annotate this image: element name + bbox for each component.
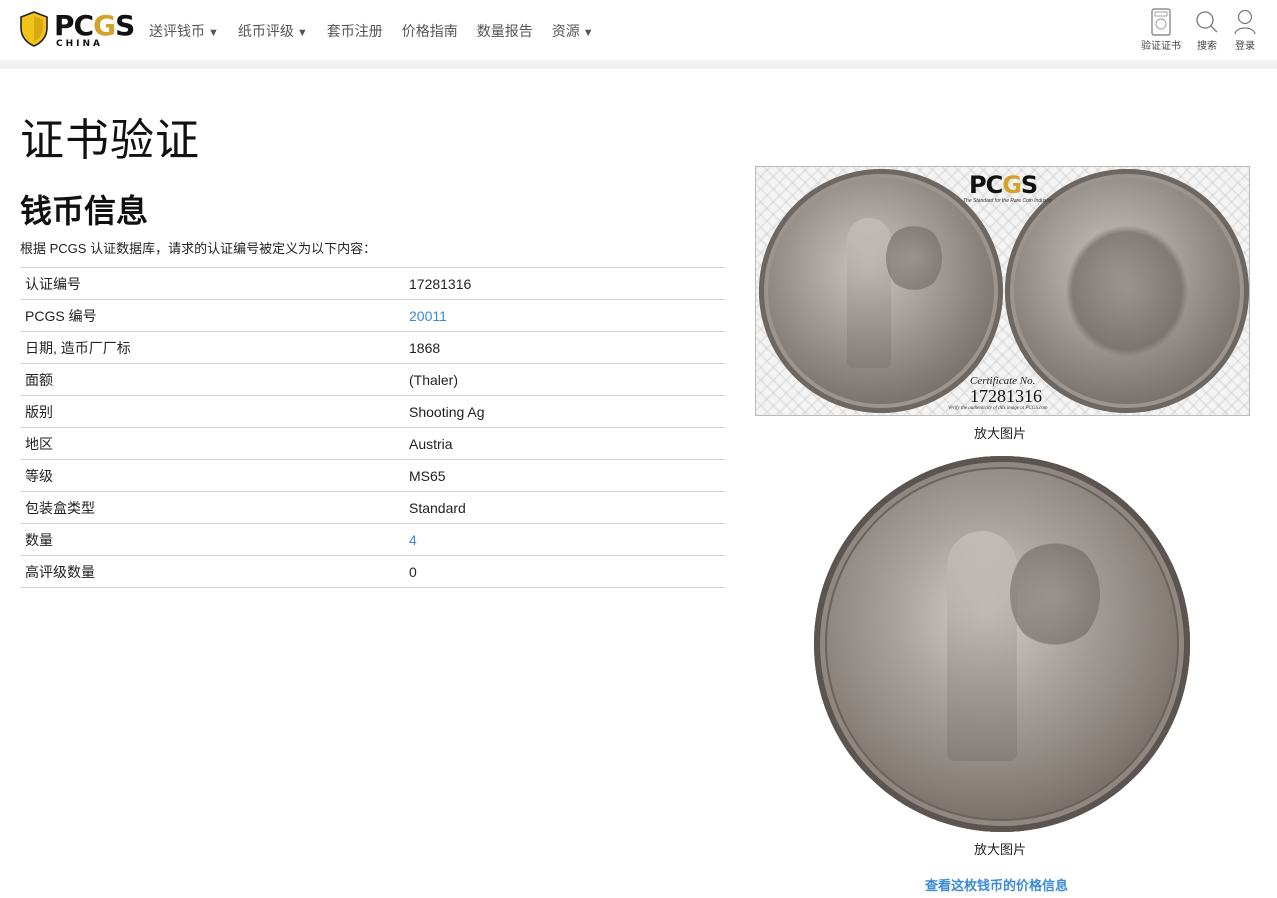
row-key: 面额 xyxy=(25,371,53,388)
header-tools: 验证证书 搜索 登录 xyxy=(1141,8,1257,52)
population-link[interactable]: 4 xyxy=(409,532,417,548)
section-title: 钱币信息 xyxy=(20,192,149,230)
coin-figure xyxy=(947,531,1017,762)
enlarge-image-link[interactable]: 放大图片 xyxy=(974,839,1026,858)
coin-figure xyxy=(847,217,891,368)
table-row: 数量 4 xyxy=(20,523,725,556)
coin-large-image[interactable] xyxy=(814,456,1190,832)
nav-submit-coins[interactable]: 送评钱币 ▼ xyxy=(149,21,219,41)
certificate-icon xyxy=(1151,8,1171,36)
chevron-down-icon: ▼ xyxy=(208,27,219,39)
row-key: PCGS 编号 xyxy=(25,307,97,324)
table-row: 面额 (Thaler) xyxy=(20,363,725,396)
chevron-down-icon: ▼ xyxy=(296,27,308,39)
chevron-down-icon: ▼ xyxy=(582,27,594,39)
page-title: 证书验证 xyxy=(20,115,200,166)
slab-verify-text: Verify the authenticity of this image at… xyxy=(948,406,1048,411)
nav-population-report[interactable]: 数量报告 xyxy=(477,21,533,41)
row-value: 17281316 xyxy=(409,275,472,292)
slab-image[interactable]: PCGS The Standard for the Rare Coin Indu… xyxy=(755,166,1250,416)
row-key: 版别 xyxy=(25,403,53,420)
table-row: PCGS 编号 20011 xyxy=(20,299,725,332)
row-value: (Thaler) xyxy=(409,371,459,388)
row-key: 认证编号 xyxy=(25,275,81,292)
slab-tagline: The Standard for the Rare Coin Industry xyxy=(963,198,1052,204)
verify-cert-button[interactable]: 验证证书 xyxy=(1141,8,1181,52)
nav-resources[interactable]: 资源 ▼ xyxy=(552,21,594,41)
intro-text: 根据 PCGS 认证数据库，请求的认证编号被定义为以下内容： xyxy=(20,241,377,256)
login-button[interactable]: 登录 xyxy=(1233,8,1257,52)
coin-tree xyxy=(885,222,942,293)
row-value: 1868 xyxy=(409,339,441,356)
row-key: 等级 xyxy=(25,467,53,484)
main-nav: 送评钱币 ▼ 纸币评级 ▼ 套币注册 价格指南 数量报告 资源 ▼ xyxy=(149,21,613,41)
row-value: Shooting Ag xyxy=(409,403,485,420)
nav-set-registry[interactable]: 套币注册 xyxy=(327,21,383,41)
row-value: Austria xyxy=(409,435,453,452)
pcgs-number-link[interactable]: 20011 xyxy=(409,308,447,324)
row-value: Standard xyxy=(409,499,466,516)
search-icon xyxy=(1196,11,1218,33)
table-row: 地区 Austria xyxy=(20,427,725,460)
table-row: 版别 Shooting Ag xyxy=(20,395,725,428)
nav-price-guide[interactable]: 价格指南 xyxy=(402,21,458,41)
table-row: 认证编号 17281316 xyxy=(20,267,725,300)
row-key: 高评级数量 xyxy=(25,563,95,580)
user-icon xyxy=(1234,9,1256,35)
coin-eagle xyxy=(1057,216,1197,366)
row-key: 日期, 造币厂厂标 xyxy=(25,339,131,356)
row-key: 数量 xyxy=(25,531,53,548)
row-key: 地区 xyxy=(25,435,53,452)
coin-tree xyxy=(1009,538,1100,649)
table-row: 日期, 造币厂厂标 1868 xyxy=(20,331,725,364)
coin-obverse-image xyxy=(759,169,1003,413)
row-value: MS65 xyxy=(409,467,446,484)
coin-reverse-image xyxy=(1005,169,1249,413)
table-row: 等级 MS65 xyxy=(20,459,725,492)
nav-banknote-grading[interactable]: 纸币评级 ▼ xyxy=(238,21,308,41)
slab-logo: PCGS xyxy=(969,171,1038,199)
row-value: 0 xyxy=(409,563,417,580)
table-row: 包装盒类型 Standard xyxy=(20,491,725,524)
price-info-link[interactable]: 查看这枚钱币的价格信息 xyxy=(925,875,1068,894)
slab-cert-number: 17281316 xyxy=(970,386,1042,406)
table-row: 高评级数量 0 xyxy=(20,555,725,588)
coin-info-table: 认证编号 17281316 PCGS 编号 20011 日期, 造币厂厂标 1868 … xyxy=(20,267,725,588)
row-key: 包装盒类型 xyxy=(25,499,95,516)
header-divider xyxy=(0,60,1277,69)
shield-logo-icon xyxy=(20,11,48,47)
site-header: PCGS CHINA 送评钱币 ▼ 纸币评级 ▼ 套币注册 价格指南 数量报告 资源… xyxy=(0,0,1277,60)
logo-wordmark: PCGS xyxy=(54,9,135,42)
enlarge-image-link[interactable]: 放大图片 xyxy=(974,423,1026,442)
logo-subtitle: CHINA xyxy=(56,39,103,49)
search-button[interactable]: 搜索 xyxy=(1195,8,1219,52)
pcgs-china-logo[interactable]: PCGS CHINA xyxy=(20,9,135,51)
